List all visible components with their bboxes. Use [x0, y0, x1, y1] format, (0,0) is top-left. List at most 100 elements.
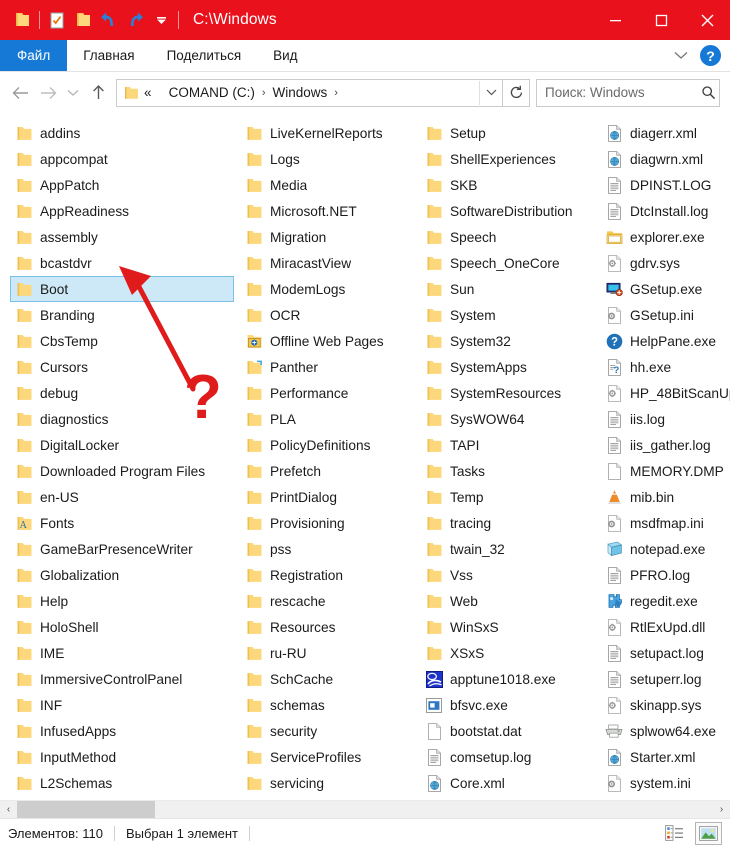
file-item[interactable]: explorer.exe	[600, 224, 730, 250]
file-item[interactable]: Provisioning	[240, 510, 414, 536]
redo-icon[interactable]	[122, 7, 148, 33]
file-item[interactable]: InfusedApps	[10, 718, 234, 744]
file-item[interactable]: splwow64.exe	[600, 718, 730, 744]
file-item[interactable]: bootstat.dat	[420, 718, 594, 744]
file-item[interactable]: Core.xml	[420, 770, 594, 796]
file-item[interactable]: Sun	[420, 276, 594, 302]
file-item[interactable]: Microsoft.NET	[240, 198, 414, 224]
scrollbar-thumb[interactable]	[17, 801, 155, 818]
file-item[interactable]: ImmersiveControlPanel	[10, 666, 234, 692]
breadcrumb-sep-1[interactable]: ›	[257, 87, 271, 99]
search-icon[interactable]	[699, 85, 719, 100]
horizontal-scrollbar[interactable]: ‹ ›	[0, 800, 730, 818]
file-item[interactable]: setupact.log	[600, 640, 730, 666]
file-item[interactable]: Help	[10, 588, 234, 614]
file-item[interactable]: SKB	[420, 172, 594, 198]
up-button[interactable]	[84, 79, 112, 107]
qat-dropdown-icon[interactable]	[148, 7, 174, 33]
file-item[interactable]: Offline Web Pages	[240, 328, 414, 354]
file-item[interactable]: AppPatch	[10, 172, 234, 198]
file-item[interactable]: Media	[240, 172, 414, 198]
file-item[interactable]: iis.log	[600, 406, 730, 432]
file-item[interactable]: XSxS	[420, 640, 594, 666]
file-list-area[interactable]: addins appcompat AppPatch AppReadiness assem…	[0, 113, 730, 800]
file-item[interactable]: system.ini	[600, 770, 730, 796]
address-dropdown-icon[interactable]	[479, 80, 502, 105]
scroll-left-button[interactable]: ‹	[0, 801, 17, 818]
file-item[interactable]: GSetup.exe	[600, 276, 730, 302]
file-item[interactable]: Cursors	[10, 354, 234, 380]
minimize-button[interactable]	[592, 0, 638, 40]
file-item[interactable]: en-US	[10, 484, 234, 510]
file-item[interactable]: regedit.exe	[600, 588, 730, 614]
file-item[interactable]: diagerr.xml	[600, 120, 730, 146]
file-item[interactable]: SystemResources	[420, 380, 594, 406]
tab-view[interactable]: Вид	[257, 40, 313, 71]
file-item[interactable]: bfsvc.exe	[420, 692, 594, 718]
file-item[interactable]: Setup	[420, 120, 594, 146]
undo-icon[interactable]	[96, 7, 122, 33]
file-item[interactable]: Downloaded Program Files	[10, 458, 234, 484]
search-box[interactable]	[536, 78, 720, 107]
file-item[interactable]: SoftwareDistribution	[420, 198, 594, 224]
file-item[interactable]: ru-RU	[240, 640, 414, 666]
breadcrumb-item-drive[interactable]: COMAND (C:)	[169, 85, 255, 100]
file-item[interactable]: apptune1018.exe	[420, 666, 594, 692]
maximize-button[interactable]	[638, 0, 684, 40]
file-item[interactable]: gdrv.sys	[600, 250, 730, 276]
file-item[interactable]: Prefetch	[240, 458, 414, 484]
file-item[interactable]: ? hh.exe	[600, 354, 730, 380]
details-view-button[interactable]	[661, 822, 688, 845]
file-item[interactable]: SysWOW64	[420, 406, 594, 432]
file-item[interactable]: System	[420, 302, 594, 328]
back-button[interactable]	[6, 79, 34, 107]
file-item[interactable]: diagnostics	[10, 406, 234, 432]
file-item[interactable]: twain_32	[420, 536, 594, 562]
file-item[interactable]: Performance	[240, 380, 414, 406]
file-item[interactable]: PolicyDefinitions	[240, 432, 414, 458]
breadcrumb-overflow[interactable]: «	[144, 85, 152, 100]
large-icons-view-button[interactable]	[695, 821, 722, 845]
file-item[interactable]: schemas	[240, 692, 414, 718]
file-item[interactable]: assembly	[10, 224, 234, 250]
file-item[interactable]: InputMethod	[10, 744, 234, 770]
file-item[interactable]: comsetup.log	[420, 744, 594, 770]
file-item[interactable]: LiveKernelReports	[240, 120, 414, 146]
file-item[interactable]: MiracastView	[240, 250, 414, 276]
file-item[interactable]: Resources	[240, 614, 414, 640]
file-item[interactable]: ShellExperiences	[420, 146, 594, 172]
help-button[interactable]: ?	[700, 45, 721, 66]
file-item[interactable]: Logs	[240, 146, 414, 172]
file-item[interactable]: ServiceProfiles	[240, 744, 414, 770]
tab-share[interactable]: Поделиться	[151, 40, 258, 71]
file-item[interactable]: GameBarPresenceWriter	[10, 536, 234, 562]
file-item[interactable]: Migration	[240, 224, 414, 250]
file-item[interactable]: PLA	[240, 406, 414, 432]
file-item[interactable]: skinapp.sys	[600, 692, 730, 718]
tab-home[interactable]: Главная	[67, 40, 150, 71]
file-item[interactable]: PFRO.log	[600, 562, 730, 588]
search-input[interactable]	[537, 85, 699, 100]
file-item[interactable]: pss	[240, 536, 414, 562]
file-item[interactable]: rescache	[240, 588, 414, 614]
file-item[interactable]: ModemLogs	[240, 276, 414, 302]
file-item[interactable]: DPINST.LOG	[600, 172, 730, 198]
breadcrumb-sep-2[interactable]: ›	[329, 87, 343, 99]
file-item[interactable]: RtlExUpd.dll	[600, 614, 730, 640]
file-item[interactable]: Temp	[420, 484, 594, 510]
file-item[interactable]: tracing	[420, 510, 594, 536]
file-item[interactable]: MEMORY.DMP	[600, 458, 730, 484]
file-item[interactable]: Branding	[10, 302, 234, 328]
file-item[interactable]: AppReadiness	[10, 198, 234, 224]
file-item[interactable]: WinSxS	[420, 614, 594, 640]
file-item[interactable]: CbsTemp	[10, 328, 234, 354]
file-item[interactable]: mib.bin	[600, 484, 730, 510]
file-item[interactable]: L2Schemas	[10, 770, 234, 796]
file-item[interactable]: INF	[10, 692, 234, 718]
file-item[interactable]: notepad.exe	[600, 536, 730, 562]
folder-icon[interactable]	[9, 7, 35, 33]
chevron-down-icon[interactable]	[668, 43, 694, 69]
address-bar[interactable]: « COMAND (C:) › Windows ›	[116, 78, 503, 107]
file-item[interactable]: debug	[10, 380, 234, 406]
file-item[interactable]: Speech	[420, 224, 594, 250]
